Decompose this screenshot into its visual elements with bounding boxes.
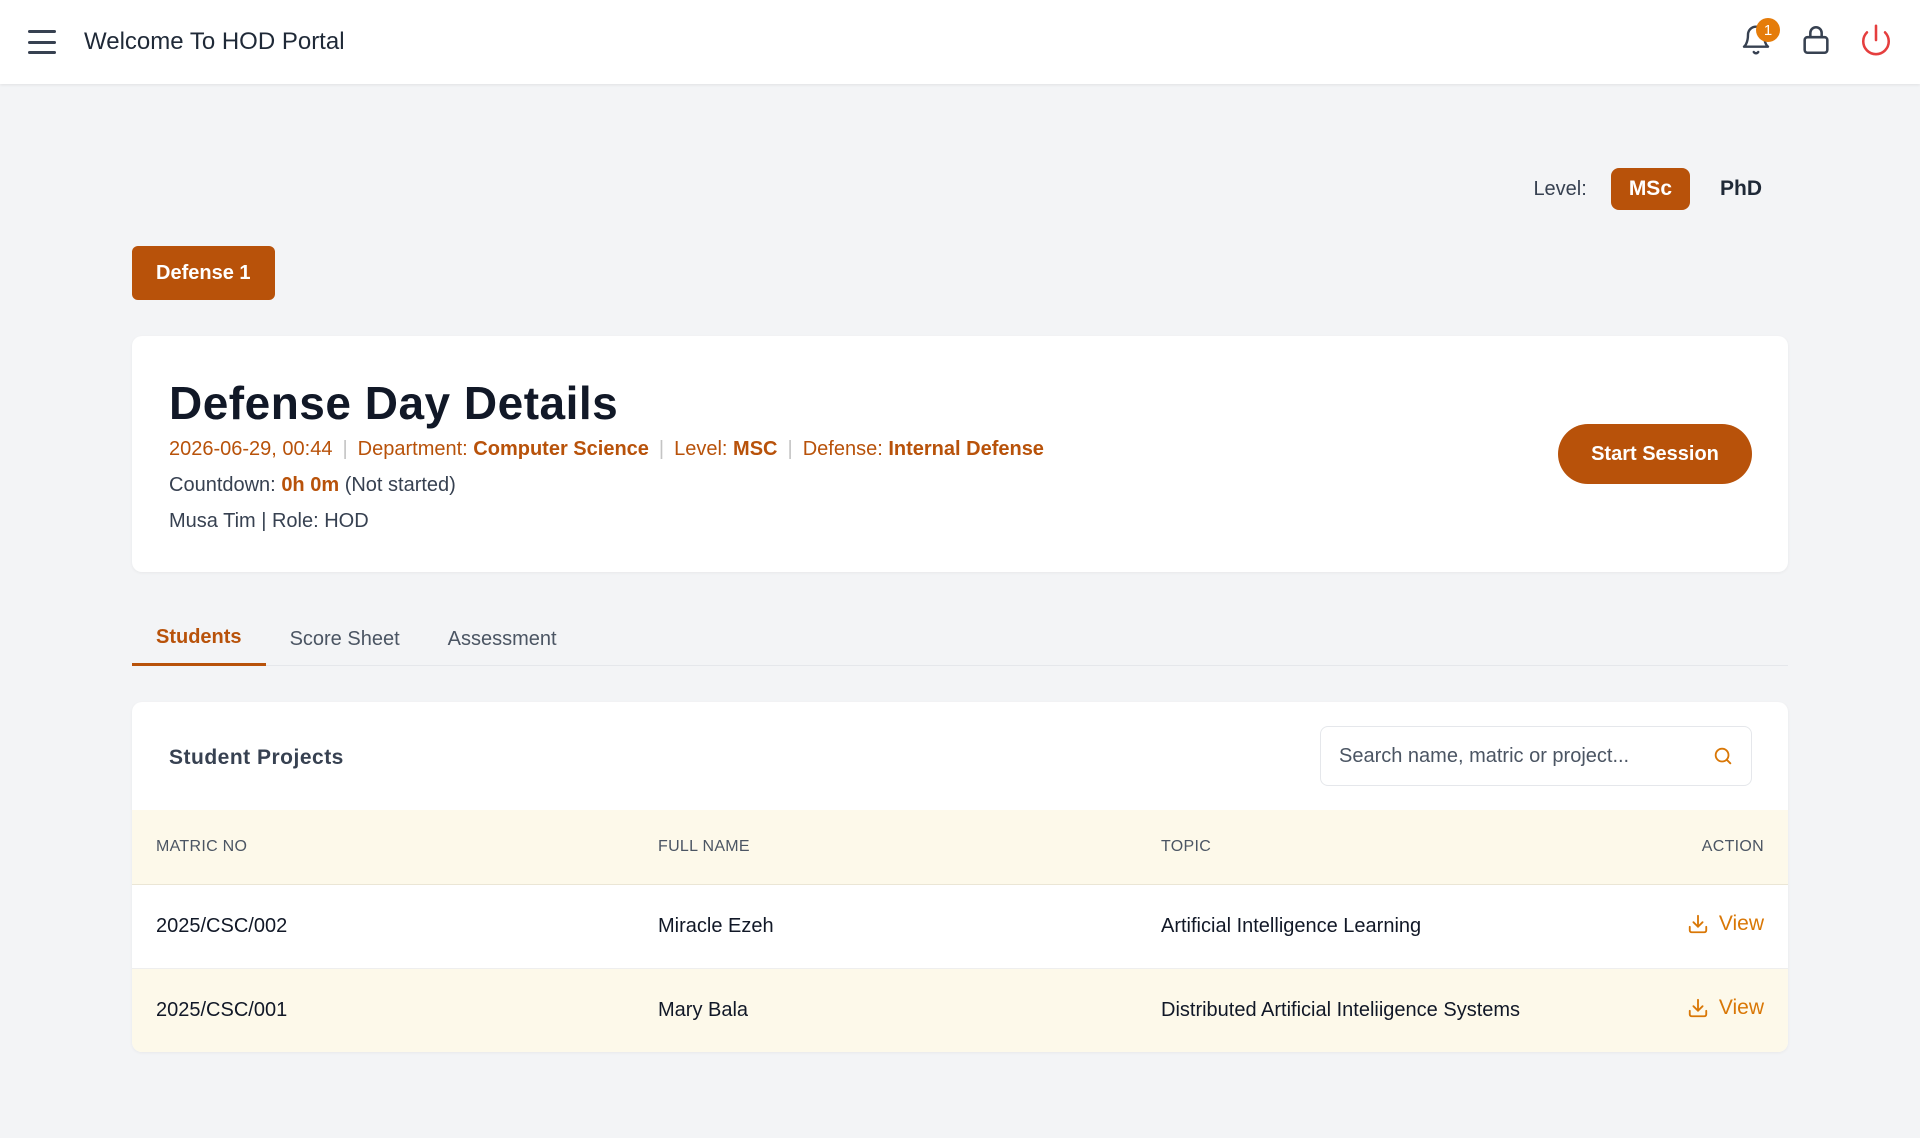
search-input[interactable] <box>1321 727 1703 785</box>
tab-assessment[interactable]: Assessment <box>424 612 581 666</box>
separator: | <box>658 438 665 460</box>
column-header-topic[interactable]: TOPIC <box>1137 810 1639 885</box>
tab-score-sheet[interactable]: Score Sheet <box>266 612 424 666</box>
countdown-status: (Not started) <box>344 474 456 496</box>
defense-details-card: Defense Day Details 2026-06-29, 00:44 | De… <box>132 336 1788 572</box>
view-label: View <box>1718 911 1764 935</box>
top-icons: 1 <box>1738 18 1894 60</box>
app-title: Welcome To HOD Portal <box>84 28 345 55</box>
department-label: Department: <box>357 438 468 460</box>
meta-level-label: Level: <box>674 438 728 460</box>
tab-students[interactable]: Students <box>132 612 266 666</box>
content-tabs: Students Score Sheet Assessment <box>132 612 1788 666</box>
projects-title: Student Projects <box>169 746 344 769</box>
level-label: Level: <box>1533 177 1587 200</box>
name-cell: Mary Bala <box>634 968 1137 1052</box>
details-title: Defense Day Details <box>169 377 619 429</box>
defense-label: Defense: <box>802 438 883 460</box>
matric-cell: 2025/CSC/002 <box>132 884 634 969</box>
projects-table: MATRIC NO FULL NAME TOPIC ACTION 2025/CS… <box>132 810 1788 1052</box>
table-row: 2025/CSC/002 Miracle Ezeh Artificial Int… <box>132 884 1788 969</box>
top-bar: Welcome To HOD Portal 1 <box>0 0 1920 84</box>
name-cell: Miracle Ezeh <box>634 884 1137 969</box>
defense-datetime: 2026-06-29, 00:44 <box>169 438 333 460</box>
table-header-row: MATRIC NO FULL NAME TOPIC ACTION <box>132 810 1788 885</box>
search-icon[interactable] <box>1703 745 1743 767</box>
separator: | <box>787 438 793 460</box>
action-cell: View <box>1639 968 1788 1052</box>
meta-level-value: MSC <box>733 438 778 460</box>
countdown: Countdown: 0h 0m (Not started) <box>169 474 456 497</box>
defense-1-tab[interactable]: Defense 1 <box>132 246 275 300</box>
separator: | <box>342 438 348 460</box>
matric-cell: 2025/CSC/001 <box>132 968 634 1052</box>
column-header-matric[interactable]: MATRIC NO <box>132 810 634 885</box>
department-value: Computer Science <box>473 438 649 460</box>
defense-value: Internal Defense <box>888 438 1044 460</box>
topic-cell: Artificial Intelligence Learning <box>1137 884 1639 969</box>
search-box <box>1320 726 1752 786</box>
level-switch: Level: MSc PhD <box>1533 168 1780 210</box>
view-button[interactable]: View <box>1687 996 1764 1020</box>
column-header-name[interactable]: FULL NAME <box>634 810 1137 885</box>
notification-badge: 1 <box>1756 18 1780 42</box>
table-row: 2025/CSC/001 Mary Bala Distributed Artif… <box>132 968 1788 1052</box>
user-role: Musa Tim | Role: HOD <box>169 510 369 532</box>
action-cell: View <box>1639 884 1788 969</box>
level-option-phd[interactable]: PhD <box>1702 168 1780 210</box>
level-option-msc[interactable]: MSc <box>1610 168 1690 210</box>
notification-bell-icon[interactable]: 1 <box>1738 18 1780 60</box>
lock-icon[interactable] <box>1798 20 1834 60</box>
details-meta: 2026-06-29, 00:44 | Department: Computer S… <box>169 438 1044 461</box>
start-session-button[interactable]: Start Session <box>1558 424 1752 484</box>
power-logout-icon[interactable] <box>1858 20 1894 60</box>
download-icon <box>1688 914 1708 933</box>
student-projects-card: Student Projects MATRIC NO FULL NAME TOP… <box>132 702 1788 1052</box>
hamburger-menu-icon[interactable] <box>24 26 60 58</box>
countdown-label: Countdown: <box>169 474 276 496</box>
download-icon <box>1688 998 1708 1017</box>
countdown-value: 0h 0m <box>281 474 340 496</box>
view-label: View <box>1718 995 1764 1019</box>
view-button[interactable]: View <box>1687 912 1764 936</box>
column-header-action: ACTION <box>1639 810 1788 885</box>
topic-cell: Distributed Artificial Inteliigence Syst… <box>1137 968 1639 1052</box>
